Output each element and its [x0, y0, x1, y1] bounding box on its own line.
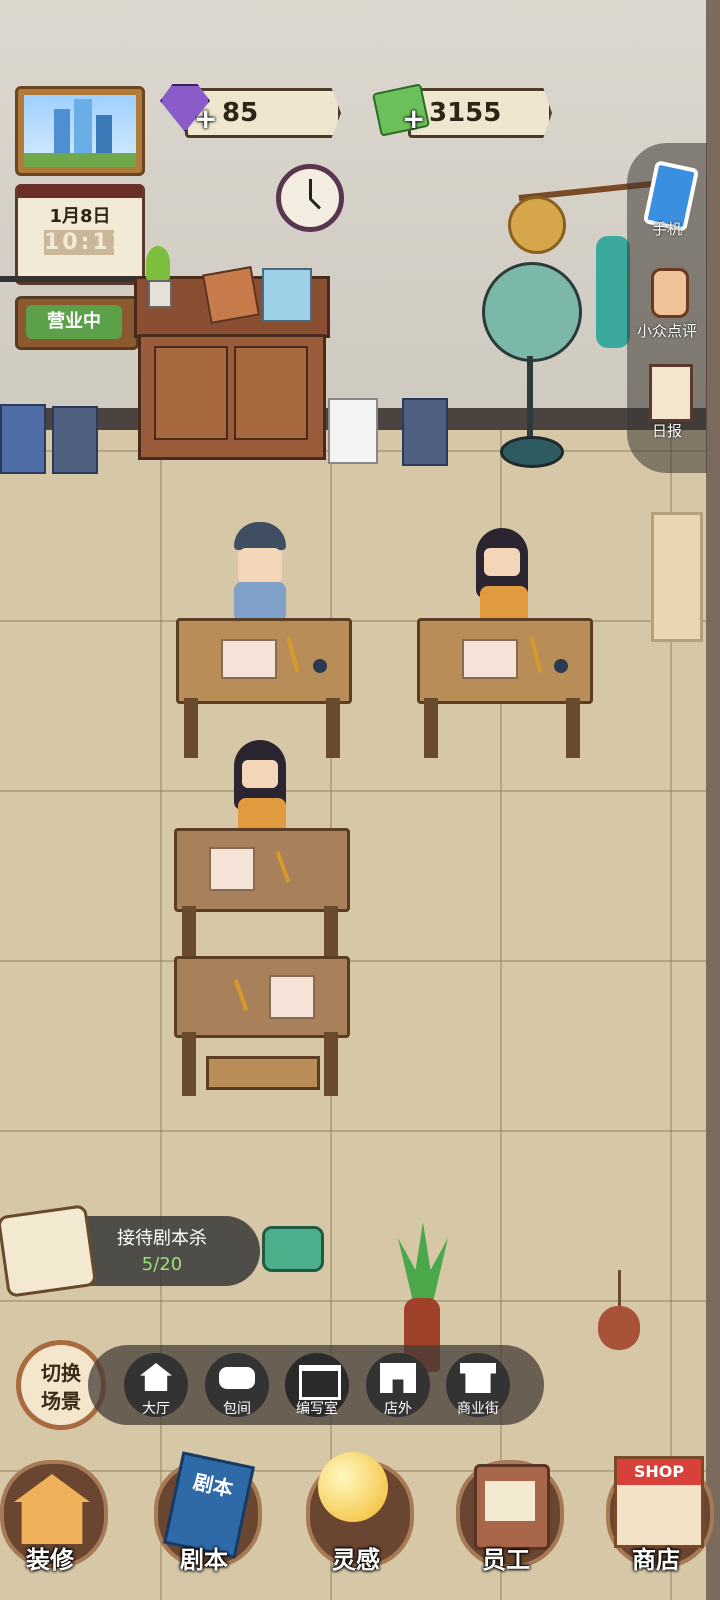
employee-label: 员工	[482, 1546, 530, 1574]
desk-leg	[424, 698, 438, 758]
scroll-task-icon[interactable]	[0, 1204, 98, 1298]
book-pile-icon	[52, 406, 98, 474]
desk-icon	[299, 1365, 341, 1400]
desk-leg	[182, 906, 196, 956]
scene-outside-label: 店外	[384, 1401, 412, 1417]
character-writer-girl[interactable]	[230, 740, 292, 836]
sign-rod	[0, 276, 145, 282]
scene-writing-room-label: 编写室	[296, 1401, 338, 1417]
book-pile-icon	[0, 404, 46, 474]
thumbs-up-icon	[651, 268, 689, 318]
cash-amount: 3155	[429, 98, 502, 128]
desk-leg	[326, 698, 340, 758]
beanie-icon	[234, 522, 286, 550]
paper-stack-icon	[328, 398, 378, 464]
desk-leg	[182, 1032, 196, 1096]
calendar-time: 10:11	[44, 230, 130, 255]
lightbulb-icon	[318, 1452, 388, 1522]
cash-counter: 3155	[408, 88, 552, 138]
script-book-cover-text: 剧本	[191, 1469, 236, 1502]
pen-icon	[275, 851, 291, 883]
scene-thumbnail-button[interactable]	[15, 86, 145, 176]
wall-clock	[276, 164, 344, 232]
potted-flower-icon	[140, 246, 174, 308]
desk-leg	[324, 906, 338, 956]
writing-desk[interactable]	[174, 828, 350, 912]
inspiration-label: 灵感	[332, 1546, 380, 1574]
calendar-date: 1月8日	[49, 206, 111, 227]
desk-leg	[324, 1032, 338, 1096]
desk-leg	[184, 698, 198, 758]
straw-hat-icon	[508, 196, 566, 254]
calendar: 1月8日 10:11	[15, 184, 145, 285]
house-icon	[140, 1363, 172, 1391]
paper-sheets-icon	[269, 975, 315, 1019]
potted-branch-icon	[594, 1270, 646, 1354]
shop-icon: SHOP	[614, 1456, 704, 1548]
gem-amount: 85	[222, 98, 259, 128]
open-status-label: 营业中	[26, 305, 122, 339]
task-progress: 5/20	[141, 1254, 183, 1275]
house-renovate-icon	[14, 1474, 90, 1544]
writing-desk[interactable]	[174, 956, 350, 1038]
ink-bottle-icon	[554, 659, 568, 673]
book-stack-icon	[202, 266, 260, 324]
bench	[206, 1056, 320, 1090]
sofa-icon	[219, 1367, 255, 1389]
bookshelf-box-icon	[262, 268, 312, 322]
electric-fan-icon	[478, 262, 582, 472]
pen-icon	[233, 979, 249, 1011]
city-picture-icon	[24, 95, 136, 167]
pen-icon	[529, 637, 543, 673]
review-button[interactable]: 小众点评	[627, 262, 707, 342]
scene-private-room-label: 包间	[223, 1401, 251, 1417]
desk-leg	[566, 698, 580, 758]
character-writer-cap[interactable]	[228, 522, 292, 622]
scene-street-label: 商业街	[457, 1401, 499, 1417]
phone-label: 手机	[651, 220, 682, 238]
scene-lobby-label: 大厅	[142, 1401, 170, 1417]
add-gems-button[interactable]: +	[194, 102, 217, 135]
shop-sign-text: SHOP	[617, 1459, 701, 1485]
open-status-sign[interactable]: 营业中	[15, 296, 139, 350]
script-label: 剧本	[180, 1546, 228, 1574]
pen-icon	[286, 637, 300, 673]
phone-button[interactable]: 手机	[627, 160, 707, 240]
watering-can-icon	[262, 1226, 324, 1272]
task-title: 接待剧本杀	[117, 1228, 207, 1249]
book-pile-icon	[402, 398, 448, 466]
writing-desk[interactable]	[417, 618, 593, 704]
shop-label: 商店	[632, 1546, 680, 1574]
storefront-icon	[380, 1363, 416, 1393]
employee-badge-icon	[474, 1464, 550, 1550]
right-wall	[706, 0, 720, 1600]
doorway	[651, 512, 703, 642]
renovate-label: 装修	[26, 1546, 74, 1574]
writing-desk[interactable]	[176, 618, 352, 704]
open-book-icon	[462, 639, 518, 679]
add-cash-button[interactable]: +	[402, 102, 425, 135]
character-writer-girl[interactable]	[472, 528, 534, 628]
daily-report-label: 日报	[651, 422, 682, 440]
ink-bottle-icon	[313, 659, 327, 673]
open-book-icon	[221, 639, 277, 679]
market-icon	[460, 1363, 496, 1393]
daily-report-button[interactable]: 日报	[627, 360, 707, 444]
review-label: 小众点评	[636, 322, 697, 340]
paper-sheets-icon	[209, 847, 255, 891]
newspaper-icon	[649, 364, 693, 422]
